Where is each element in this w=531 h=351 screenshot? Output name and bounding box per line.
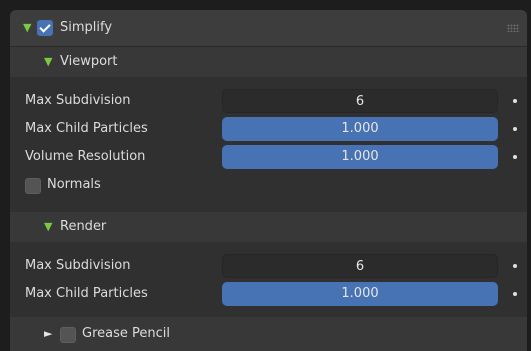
viewport-max-child-particles-label: Max Child Particles <box>25 121 148 136</box>
simplify-title: Simplify <box>60 20 113 35</box>
keyframe-dot-icon[interactable] <box>513 264 517 268</box>
grease-pencil-title: Grease Pencil <box>82 326 170 341</box>
normals-label: Normals <box>47 177 101 192</box>
viewport-max-child-particles-field[interactable]: 1.000 <box>222 117 498 141</box>
viewport-max-subdivision-label: Max Subdivision <box>25 93 131 108</box>
expand-arrow-icon[interactable]: ▼ <box>23 21 31 34</box>
viewport-volume-resolution-label: Volume Resolution <box>25 149 146 164</box>
keyframe-dot-icon[interactable] <box>513 155 517 159</box>
normals-checkbox[interactable] <box>25 178 41 194</box>
simplify-panel: ▼ Simplify ▼ Viewport Max Subdivision 6 … <box>10 10 527 351</box>
render-max-child-particles-field[interactable]: 1.000 <box>222 282 498 306</box>
render-subpanel-header[interactable]: ▼ Render <box>10 212 527 242</box>
render-max-subdivision-label: Max Subdivision <box>25 258 131 273</box>
render-max-subdivision-field[interactable]: 6 <box>222 254 498 278</box>
keyframe-dot-icon[interactable] <box>513 99 517 103</box>
render-max-child-particles-label: Max Child Particles <box>25 286 148 301</box>
simplify-checkbox[interactable] <box>37 20 53 36</box>
grease-pencil-checkbox[interactable] <box>60 327 76 343</box>
render-title: Render <box>60 219 107 234</box>
viewport-subpanel-header[interactable]: ▼ Viewport <box>10 47 527 77</box>
viewport-title: Viewport <box>60 54 118 69</box>
viewport-max-subdivision-field[interactable]: 6 <box>222 89 498 113</box>
keyframe-dot-icon[interactable] <box>513 292 517 296</box>
keyframe-dot-icon[interactable] <box>513 127 517 131</box>
grease-pencil-subpanel-header[interactable]: ► Grease Pencil <box>10 317 527 351</box>
drag-handle-icon[interactable] <box>507 24 519 32</box>
collapse-arrow-icon[interactable]: ► <box>44 327 52 340</box>
simplify-header[interactable]: ▼ Simplify <box>10 10 527 47</box>
expand-arrow-icon[interactable]: ▼ <box>44 55 52 68</box>
expand-arrow-icon[interactable]: ▼ <box>44 220 52 233</box>
viewport-volume-resolution-field[interactable]: 1.000 <box>222 145 498 169</box>
